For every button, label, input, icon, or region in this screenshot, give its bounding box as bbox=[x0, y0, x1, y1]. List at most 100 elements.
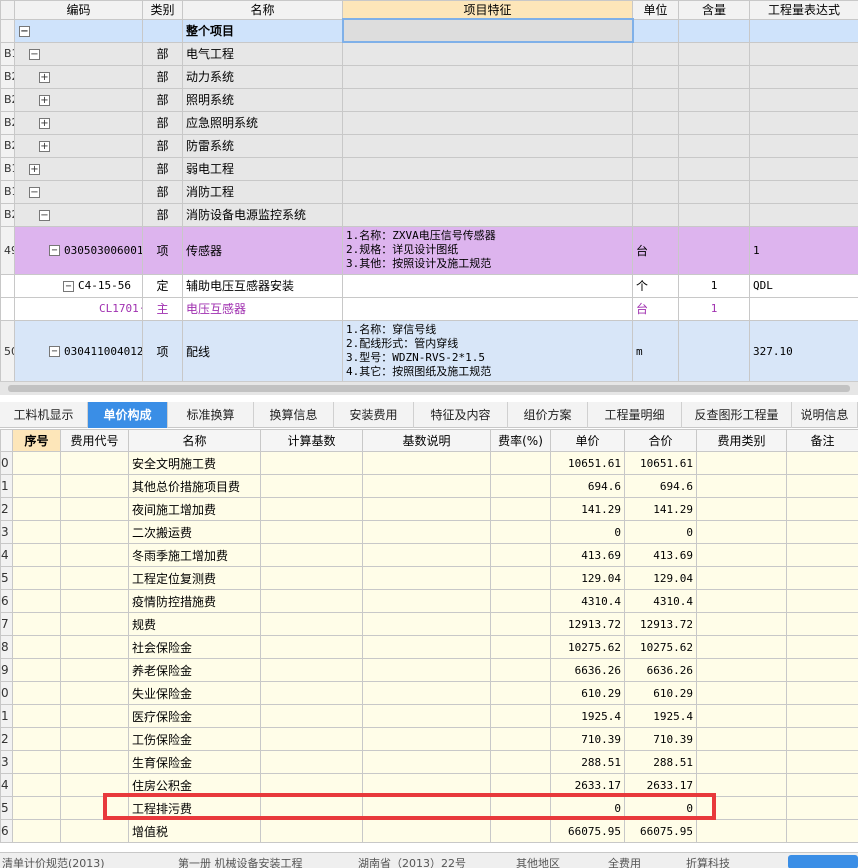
unit-price-cell[interactable]: 288.51 bbox=[550, 750, 625, 774]
fee-category-cell[interactable] bbox=[696, 635, 787, 659]
rate-cell[interactable] bbox=[490, 612, 551, 636]
unit-cell[interactable]: 个 bbox=[632, 273, 679, 298]
tab-9[interactable]: 说明信息 bbox=[792, 402, 858, 428]
qty-cell[interactable] bbox=[678, 225, 750, 275]
tab-8[interactable]: 反查图形工程量 bbox=[682, 402, 792, 428]
total-price-header[interactable]: 合价 bbox=[624, 429, 697, 452]
remark-cell[interactable] bbox=[786, 681, 858, 705]
total-price-cell[interactable]: 4310.4 bbox=[624, 589, 697, 613]
feature-cell[interactable] bbox=[341, 18, 634, 43]
fee-code-cell[interactable] bbox=[60, 635, 129, 659]
expr-cell[interactable] bbox=[749, 296, 858, 321]
tab-1[interactable]: 单价构成 bbox=[88, 402, 168, 428]
expand-toggle-icon[interactable]: − bbox=[29, 48, 40, 60]
fee-row[interactable]: 5 工程定位复测费 129.04 129.04 bbox=[0, 566, 858, 590]
fee-row[interactable]: 0 失业保险金 610.29 610.29 bbox=[0, 681, 858, 705]
seq-cell[interactable] bbox=[12, 658, 61, 682]
calc-base-cell[interactable] bbox=[260, 520, 363, 544]
tab-6[interactable]: 组价方案 bbox=[508, 402, 588, 428]
total-price-cell[interactable]: 0 bbox=[624, 520, 697, 544]
fee-code-cell[interactable] bbox=[60, 520, 129, 544]
unit-price-cell[interactable]: 129.04 bbox=[550, 566, 625, 590]
feature-cell[interactable] bbox=[342, 133, 633, 158]
qty-cell[interactable] bbox=[678, 41, 750, 66]
total-price-cell[interactable]: 12913.72 bbox=[624, 612, 697, 636]
feature-cell[interactable] bbox=[342, 87, 633, 112]
calc-base-cell[interactable] bbox=[260, 750, 363, 774]
code-cell[interactable]: CL1701··· bbox=[14, 296, 143, 321]
remark-cell[interactable] bbox=[786, 451, 858, 475]
unit-cell[interactable] bbox=[632, 133, 679, 158]
unit-price-cell[interactable]: 10275.62 bbox=[550, 635, 625, 659]
remark-cell[interactable] bbox=[786, 566, 858, 590]
fee-name-cell[interactable]: 夜间施工增加费 bbox=[128, 497, 261, 521]
fee-row[interactable]: 1 其他总价措施项目费 694.6 694.6 bbox=[0, 474, 858, 498]
fee-name-cell[interactable]: 失业保险金 bbox=[128, 681, 261, 705]
feature-cell[interactable]: 1.名称：ZXVA电压信号传感器 2.规格：详见设计图纸 3.其他：按照设计及施… bbox=[342, 225, 633, 275]
base-desc-cell[interactable] bbox=[362, 681, 491, 705]
fee-code-cell[interactable] bbox=[60, 612, 129, 636]
calc-base-cell[interactable] bbox=[260, 497, 363, 521]
base-desc-header[interactable]: 基数说明 bbox=[362, 429, 491, 452]
fee-category-cell[interactable] bbox=[696, 612, 787, 636]
unit-cell[interactable] bbox=[632, 179, 679, 204]
tree-row[interactable]: B1 − 部消防工程 bbox=[0, 179, 858, 204]
fee-name-cell[interactable]: 工伤保险金 bbox=[128, 727, 261, 751]
calc-base-cell[interactable] bbox=[260, 543, 363, 567]
remark-cell[interactable] bbox=[786, 612, 858, 636]
total-price-cell[interactable]: 694.6 bbox=[624, 474, 697, 498]
fee-category-header[interactable]: 费用类别 bbox=[696, 429, 787, 452]
seq-cell[interactable] bbox=[12, 566, 61, 590]
qty-cell[interactable] bbox=[678, 156, 750, 181]
fee-name-cell[interactable]: 安全文明施工费 bbox=[128, 451, 261, 475]
seq-cell[interactable] bbox=[12, 612, 61, 636]
expr-cell[interactable]: QDL bbox=[749, 273, 858, 298]
unit-price-cell[interactable]: 4310.4 bbox=[550, 589, 625, 613]
calc-base-cell[interactable] bbox=[260, 612, 363, 636]
seq-cell[interactable] bbox=[12, 704, 61, 728]
calc-base-cell[interactable] bbox=[260, 451, 363, 475]
unit-price-cell[interactable]: 610.29 bbox=[550, 681, 625, 705]
feature-cell[interactable] bbox=[342, 110, 633, 135]
expand-toggle-icon[interactable]: − bbox=[29, 186, 40, 198]
fee-category-cell[interactable] bbox=[696, 727, 787, 751]
fee-name-cell[interactable]: 其他总价措施项目费 bbox=[128, 474, 261, 498]
rate-header[interactable]: 费率(%) bbox=[490, 429, 551, 452]
name-cell[interactable]: 整个项目 bbox=[182, 18, 343, 43]
seq-cell[interactable] bbox=[12, 819, 61, 843]
name-cell[interactable]: 电气工程 bbox=[182, 41, 343, 66]
name-cell[interactable]: 应急照明系统 bbox=[182, 110, 343, 135]
fee-name-cell[interactable]: 社会保险金 bbox=[128, 635, 261, 659]
tab-2[interactable]: 标准换算 bbox=[168, 402, 254, 428]
status-action-button[interactable] bbox=[788, 855, 858, 868]
base-desc-cell[interactable] bbox=[362, 612, 491, 636]
total-price-cell[interactable]: 288.51 bbox=[624, 750, 697, 774]
calc-base-cell[interactable] bbox=[260, 681, 363, 705]
base-desc-cell[interactable] bbox=[362, 750, 491, 774]
quota-row[interactable]: − C4-15-56 定辅助电压互感器安装个 1 QDL bbox=[0, 273, 858, 298]
qty-cell[interactable] bbox=[678, 110, 750, 135]
unit-cell[interactable]: 台 bbox=[632, 225, 679, 275]
fee-row[interactable]: 6 增值税 66075.95 66075.95 bbox=[0, 819, 858, 843]
fee-code-cell[interactable] bbox=[60, 681, 129, 705]
fee-code-cell[interactable] bbox=[60, 704, 129, 728]
expand-toggle-icon[interactable]: + bbox=[39, 140, 50, 152]
seq-cell[interactable] bbox=[12, 543, 61, 567]
unit-cell[interactable] bbox=[632, 41, 679, 66]
name-cell[interactable]: 消防工程 bbox=[182, 179, 343, 204]
fee-name-cell[interactable]: 冬雨季施工增加费 bbox=[128, 543, 261, 567]
unit-price-cell[interactable]: 0 bbox=[550, 520, 625, 544]
base-desc-cell[interactable] bbox=[362, 543, 491, 567]
rate-cell[interactable] bbox=[490, 704, 551, 728]
remark-cell[interactable] bbox=[786, 658, 858, 682]
code-cell[interactable]: − bbox=[14, 179, 143, 204]
unit-price-cell[interactable]: 66075.95 bbox=[550, 819, 625, 843]
code-cell[interactable]: + bbox=[14, 64, 143, 89]
total-price-cell[interactable]: 10275.62 bbox=[624, 635, 697, 659]
code-cell[interactable]: − bbox=[14, 18, 143, 43]
tree-row[interactable]: B2 + 部防雷系统 bbox=[0, 133, 858, 158]
tree-row[interactable]: B2 − 部消防设备电源监控系统 bbox=[0, 202, 858, 227]
qty-cell[interactable] bbox=[678, 179, 750, 204]
total-price-cell[interactable]: 6636.26 bbox=[624, 658, 697, 682]
tab-0[interactable]: 工料机显示 bbox=[0, 402, 88, 428]
